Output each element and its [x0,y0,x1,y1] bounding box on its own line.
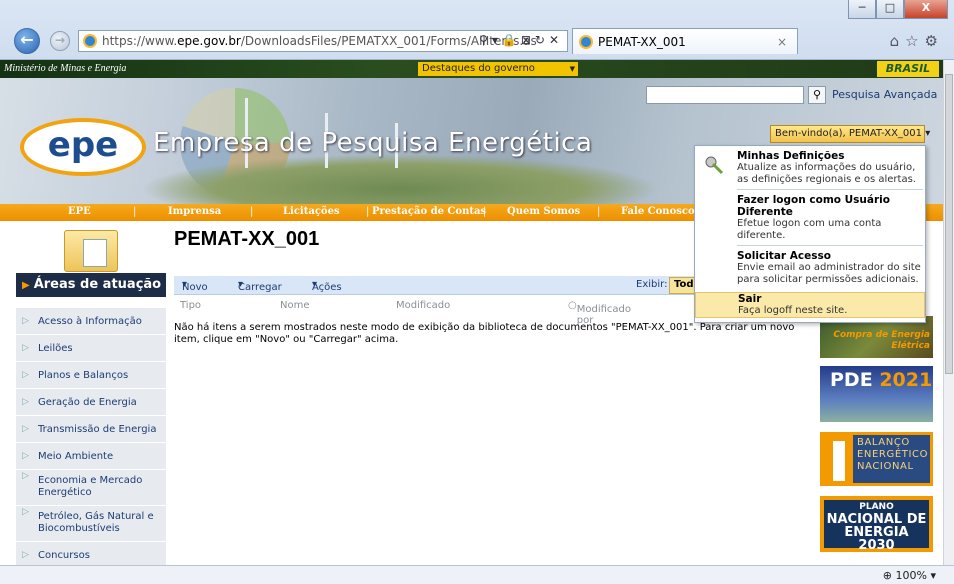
government-bar: Ministério de Minas e Energia Destaques … [0,60,943,78]
pne-label: PLANO NACIONAL DE ENERGIA 2030 [824,500,929,552]
menu-item-desc: Efetue logon com uma conta diferente. [737,218,882,241]
new-menu-label: Novo [182,282,208,293]
nav-imprensa[interactable]: Imprensa [168,206,221,217]
user-menu: Minhas Definições Atualize as informações… [694,145,926,323]
window-controls: ─ □ X [848,0,948,19]
sidebar-item-planos[interactable]: Planos e Balanços [16,362,166,389]
nav-quem-somos[interactable]: Quem Somos [507,206,580,217]
home-favorites-settings-icons[interactable]: ⌂☆⚙ [890,32,944,50]
sidebar-item-petroleo[interactable]: Petróleo, Gás Natural e Biocombustíveis [16,506,166,542]
new-menu[interactable]: Novo ▾ [182,279,208,293]
zoom-control[interactable]: ⊕ 100% ▾ [883,569,936,582]
menu-item-sair[interactable]: Sair Faça logoff neste site. [695,292,925,318]
nav-separator: | [366,206,370,217]
nav-licitacoes[interactable]: Licitações [283,206,340,217]
page-viewport: Ministério de Minas e Energia Destaques … [0,60,943,565]
ie-page-icon [83,34,97,48]
library-folder-icon [64,230,118,272]
browser-tab[interactable]: PEMAT-XX_001 × [572,28,798,54]
upload-menu[interactable]: Carregar ▾ [238,279,282,293]
promo-pde[interactable]: PDE 2021 [820,366,933,422]
search-input[interactable] [646,86,804,104]
back-button[interactable]: ← [14,28,40,54]
pne-year: 2030 [858,538,895,553]
maximize-button[interactable]: □ [876,0,904,19]
zoom-level: 100% [895,569,927,582]
nav-prestacao[interactable]: Prestação de Contas [372,206,486,217]
menu-separator [737,189,923,190]
url-prefix: https://www. [102,34,178,48]
left-navigation: Acesso à Informação Leilões Planos e Bal… [16,308,166,565]
welcome-user-menu[interactable]: Bem-vindo(a), PEMAT-XX_001 ▾ [770,125,930,143]
menu-item-title: Sair [738,293,762,305]
actions-menu-label: Ações [312,282,342,293]
nav-separator: | [250,206,254,217]
nav-separator: | [597,206,601,217]
menu-item-minhas-definicoes[interactable]: Minhas Definições Atualize as informações… [695,150,925,186]
nav-epe[interactable]: EPE [68,206,91,217]
sidebar-item-leiloes[interactable]: Leilões [16,335,166,362]
nav-fale-conosco[interactable]: Fale Conosco [621,206,695,217]
menu-item-solicitar-acesso[interactable]: Solicitar Acesso Envie email ao administr… [695,250,925,286]
url-host: epe.gov.br [177,34,241,48]
menu-item-desc: Faça logoff neste site. [738,305,848,316]
address-bar[interactable]: https://www. epe.gov.br/DownloadsFiles/PE… [78,30,568,52]
epe-logo[interactable]: epe [20,118,146,176]
sidebar-item-economia[interactable]: Economia e Mercado Energético [16,470,166,506]
menu-item-title: Minhas Definições [737,150,845,162]
browser-chrome: ─ □ X ← → https://www. epe.gov.br/Downloa… [0,0,954,60]
arrow-icon: ▶ [22,280,30,291]
close-button[interactable]: X [904,0,948,19]
welcome-label: Bem-vindo(a), PEMAT-XX_001 [775,128,923,139]
tab-close-icon[interactable]: × [777,35,787,49]
empty-library-message: Não há itens a serem mostrados neste mod… [174,322,795,345]
view-label: Exibir: [636,279,668,290]
pde-year: 2021 [879,369,933,391]
ministry-label[interactable]: Ministério de Minas e Energia [4,63,126,74]
balanco-label: BALANÇO ENERGÉTICO NACIONAL [853,435,930,483]
company-title: Empresa de Pesquisa Energética [153,128,593,158]
column-modificado[interactable]: Modificado [396,300,450,311]
highlights-dropdown[interactable]: Destaques do governo [418,62,578,76]
ie-tab-icon [579,34,593,49]
menu-item-desc: Atualize as informações do usuário, as d… [737,162,916,185]
pne-mid: NACIONAL DE ENERGIA [826,512,927,540]
sidebar-item-meio-ambiente[interactable]: Meio Ambiente [16,443,166,470]
menu-separator [737,245,923,246]
menu-item-title: Solicitar Acesso [737,250,831,262]
minimize-button[interactable]: ─ [848,0,876,19]
nav-separator: | [133,206,137,217]
status-bar: ⊕ 100% ▾ [0,565,954,584]
menu-item-fazer-logon[interactable]: Fazer logon como Usuário Diferente Efetue… [695,194,925,242]
actions-menu[interactable]: Ações ▾ [312,279,342,293]
balanco-bar-graphic [833,441,845,481]
scrollbar-thumb[interactable] [945,74,953,374]
column-nome[interactable]: Nome [280,300,310,311]
menu-item-desc: Envie email ao administrador do site par… [737,262,921,285]
sidebar-item-acesso[interactable]: Acesso à Informação [16,308,166,335]
areas-heading: ▶ Áreas de atuação [16,273,166,297]
page-title: PEMAT-XX_001 [174,228,320,250]
tab-title: PEMAT-XX_001 [598,34,686,49]
promo-balanco[interactable]: BALANÇO ENERGÉTICO NACIONAL [820,432,933,486]
promo-pne[interactable]: PLANO NACIONAL DE ENERGIA 2030 [820,496,933,552]
sidebar-item-transmissao[interactable]: Transmissão de Energia [16,416,166,443]
sidebar-item-concursos[interactable]: Concursos [16,542,166,565]
pde-label: PDE [830,369,873,391]
brasil-logo[interactable]: BRASIL [877,61,939,77]
column-tipo[interactable]: Tipo [180,300,201,311]
areas-heading-label: Áreas de atuação [33,277,162,292]
nav-separator: | [483,206,487,217]
address-tools-icons[interactable]: ⚲▾🔒⊠↻✕ [479,33,563,47]
search-icon[interactable]: ⚲ [808,86,826,104]
advanced-search-link[interactable]: Pesquisa Avançada [832,88,937,101]
forward-button[interactable]: → [50,31,70,51]
column-modificado-por[interactable]: ○ Modificado por [568,300,631,326]
vertical-scrollbar[interactable] [943,60,954,565]
upload-menu-label: Carregar [238,282,282,293]
sidebar-item-geracao[interactable]: Geração de Energia [16,389,166,416]
menu-item-title: Fazer logon como Usuário Diferente [737,194,890,218]
